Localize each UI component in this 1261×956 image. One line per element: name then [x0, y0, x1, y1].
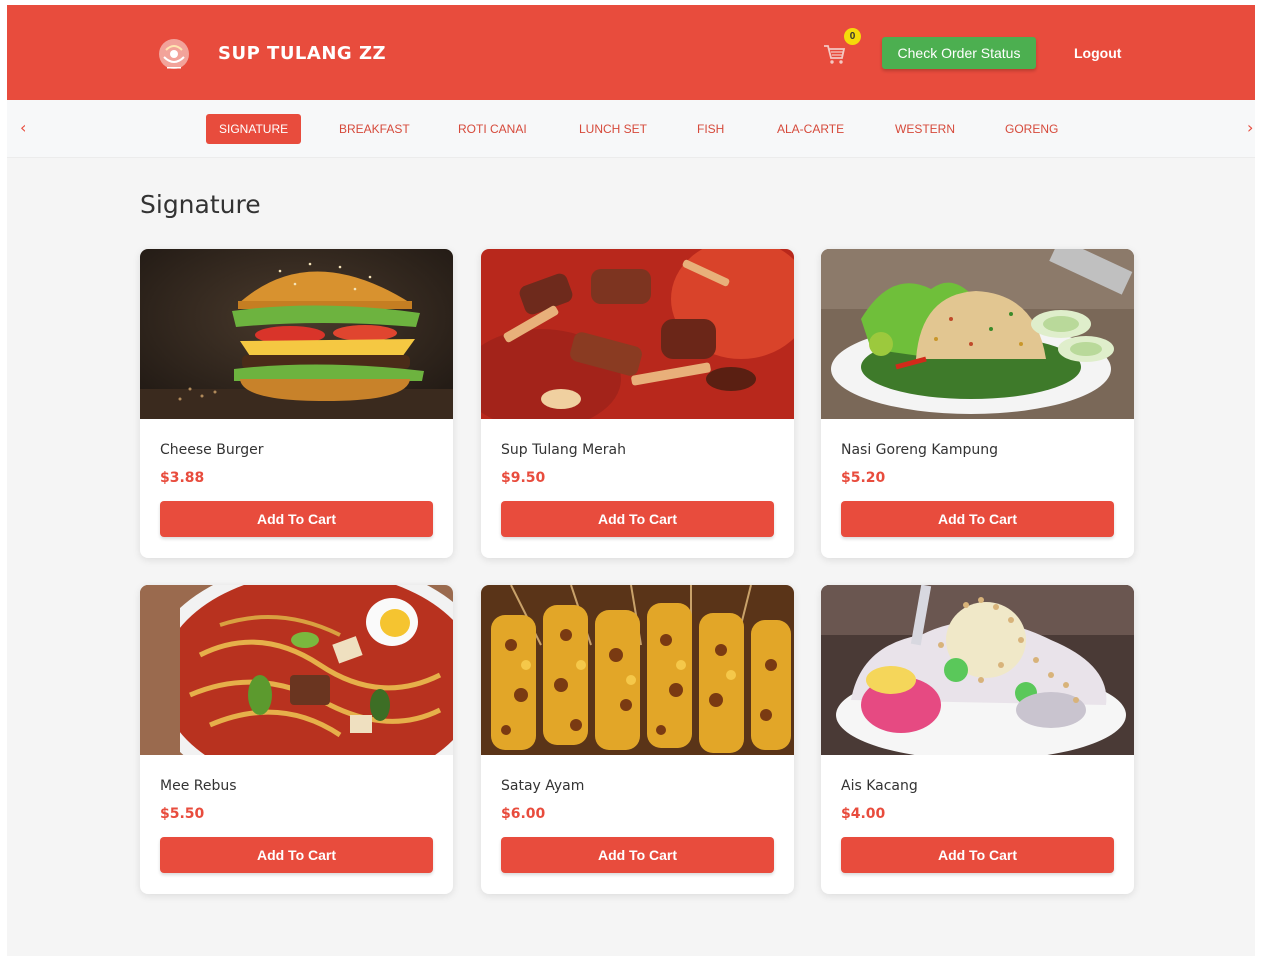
menu-item-card: Nasi Goreng Kampung $5.20 Add To Cart — [821, 249, 1134, 558]
add-to-cart-button[interactable]: Add To Cart — [501, 837, 774, 873]
item-name: Satay Ayam — [501, 778, 585, 794]
item-name: Mee Rebus — [160, 778, 237, 794]
scroll-right-arrow-icon[interactable]: › — [1247, 118, 1253, 137]
add-to-cart-button[interactable]: Add To Cart — [841, 501, 1114, 537]
food-image-sup-tulang-merah — [481, 249, 794, 419]
item-name: Ais Kacang — [841, 778, 918, 794]
menu-item-card: Mee Rebus $5.50 Add To Cart — [140, 585, 453, 894]
tab-fish[interactable]: FISH — [684, 114, 737, 144]
tab-western[interactable]: WESTERN — [882, 114, 968, 144]
item-price: $9.50 — [501, 470, 546, 486]
food-image-ais-kacang — [821, 585, 1134, 755]
add-to-cart-button[interactable]: Add To Cart — [160, 501, 433, 537]
scroll-left-arrow-icon[interactable]: ‹ — [20, 118, 26, 137]
tab-goreng[interactable]: GORENG — [992, 114, 1071, 144]
item-name: Nasi Goreng Kampung — [841, 442, 999, 458]
add-to-cart-button[interactable]: Add To Cart — [841, 837, 1114, 873]
page: SUP TULANG ZZ 0 Check Order Status Logou… — [7, 5, 1255, 956]
cart-count-badge: 0 — [844, 28, 861, 45]
item-price: $6.00 — [501, 806, 546, 822]
tab-ala-carte[interactable]: ALA-CARTE — [764, 114, 857, 144]
section-title: Signature — [140, 190, 261, 219]
restaurant-logo — [159, 39, 189, 69]
food-image-nasi-goreng-kampung — [821, 249, 1134, 419]
food-image-cheese-burger — [140, 249, 453, 419]
tab-signature[interactable]: SIGNATURE — [206, 114, 302, 144]
category-nav: ‹ SIGNATURE BREAKFAST ROTI CANAI LUNCH S… — [7, 100, 1255, 158]
food-image-mee-rebus — [140, 585, 453, 755]
logout-link[interactable]: Logout — [1074, 45, 1121, 61]
menu-item-card: Cheese Burger $3.88 Add To Cart — [140, 249, 453, 558]
tab-roti-canai[interactable]: ROTI CANAI — [445, 114, 540, 144]
item-price: $5.20 — [841, 470, 886, 486]
tab-lunch-set[interactable]: LUNCH SET — [566, 114, 660, 144]
menu-item-card: Ais Kacang $4.00 Add To Cart — [821, 585, 1134, 894]
menu-item-card: Sup Tulang Merah $9.50 Add To Cart — [481, 249, 794, 558]
item-name: Sup Tulang Merah — [501, 442, 626, 458]
tab-breakfast[interactable]: BREAKFAST — [326, 114, 423, 144]
check-order-status-button[interactable]: Check Order Status — [882, 37, 1036, 69]
item-name: Cheese Burger — [160, 442, 264, 458]
top-header: SUP TULANG ZZ 0 Check Order Status Logou… — [7, 5, 1255, 100]
shopping-cart-icon[interactable] — [822, 43, 846, 65]
food-image-satay-ayam — [481, 585, 794, 755]
add-to-cart-button[interactable]: Add To Cart — [160, 837, 433, 873]
brand-name: SUP TULANG ZZ — [218, 43, 387, 64]
item-price: $3.88 — [160, 470, 205, 486]
item-price: $4.00 — [841, 806, 886, 822]
item-price: $5.50 — [160, 806, 205, 822]
menu-item-card: Satay Ayam $6.00 Add To Cart — [481, 585, 794, 894]
add-to-cart-button[interactable]: Add To Cart — [501, 501, 774, 537]
